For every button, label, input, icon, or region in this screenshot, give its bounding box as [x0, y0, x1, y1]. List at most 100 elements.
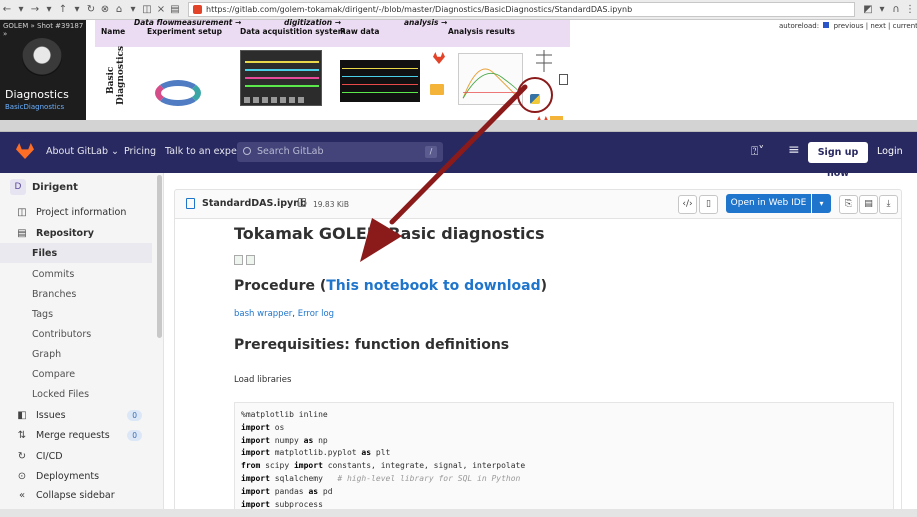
code-keyword: from — [241, 461, 261, 471]
sidebar-label: CI/CD — [36, 450, 63, 462]
sidebar-item-project-information[interactable]: ◫ Project information — [0, 202, 152, 222]
golem-diagnostics-panel: GOLEM » Shot #39187 » Diagnostics BasicD… — [0, 18, 917, 140]
copy-path-icon[interactable] — [298, 198, 306, 207]
gitlab-raw-icon[interactable] — [433, 52, 445, 64]
rocket-icon: ↻ — [17, 450, 27, 462]
sidebar-item-merge-requests[interactable]: ⇅ Merge requests 0 — [0, 425, 152, 445]
wrapper-links: bash wrapper, Error log — [234, 309, 334, 319]
golem-subtitle-link[interactable]: BasicDiagnostics — [5, 103, 64, 111]
extension-icon[interactable]: ∩ — [889, 4, 903, 15]
display-source-icon[interactable]: ‹/› — [678, 195, 697, 214]
raw-data-plot-image[interactable] — [340, 60, 420, 102]
login-link[interactable]: Login — [877, 146, 903, 157]
open-raw-icon[interactable]: ▤ — [859, 195, 878, 214]
code-cell[interactable]: %matplotlib inline import os import numpy … — [234, 402, 894, 517]
stop-icon[interactable]: ⊗ — [98, 4, 112, 15]
sign-up-button[interactable]: Sign up now — [808, 142, 868, 179]
sidebar-label: Repository — [36, 227, 94, 239]
basic-diagnostics-label: Basic Diagnostics — [106, 45, 126, 105]
bash-wrapper-link[interactable]: bash wrapper — [234, 309, 292, 319]
golem-nav-links[interactable]: previous | next | current — [834, 22, 917, 30]
autoreload-checkbox[interactable] — [823, 22, 830, 28]
search-dropdown-icon[interactable]: ▾ — [875, 4, 889, 15]
code-text: pd — [318, 486, 333, 496]
sidebar-item-repository[interactable]: ▤ Repository — [0, 223, 152, 243]
file-size: 19.83 KiB — [313, 200, 350, 209]
golem-nav: autoreload: previous | next | current — [779, 22, 917, 30]
frame-divider[interactable] — [0, 120, 917, 132]
open-in-web-ide-button[interactable]: Open in Web IDE — [726, 194, 811, 213]
sidebar-item-contributors[interactable]: Contributors — [0, 324, 152, 344]
code-line: import os — [241, 422, 893, 435]
sidebar-item-cicd[interactable]: ↻ CI/CD — [0, 446, 152, 466]
tokamak-torus-image[interactable] — [155, 80, 201, 106]
url-bar[interactable]: https://gitlab.com/golem-tokamak/dirigen… — [188, 2, 855, 17]
copy-contents-icon[interactable]: ⎘ — [839, 195, 858, 214]
merge-requests-count-badge: 0 — [127, 429, 142, 441]
header-data-flow: Data flow — [134, 18, 175, 27]
oscilloscope-image[interactable] — [240, 50, 322, 106]
display-rendered-icon[interactable]: ▯ — [699, 195, 718, 214]
header-daq: Data acquistition system — [240, 27, 346, 36]
notebook-download-link[interactable]: This notebook to download — [326, 278, 540, 294]
close-tab-icon[interactable]: × — [154, 4, 168, 15]
sidebar-item-commits[interactable]: Commits — [0, 264, 152, 284]
code-line: import pandas as pd — [241, 486, 893, 499]
window-icon[interactable]: ◫ — [140, 4, 154, 15]
sidebar-item-issues[interactable]: ◧ Issues 0 — [0, 405, 152, 425]
raw-folder-icon[interactable] — [430, 84, 444, 95]
gitlab-logo-icon[interactable] — [16, 143, 34, 159]
up-icon[interactable]: ↑ — [56, 4, 70, 15]
broken-image-icon — [246, 255, 255, 265]
code-text: constants, integrate, signal, interpolat… — [322, 461, 526, 471]
code-line: import matplotlib.pyplot as plt — [241, 447, 893, 460]
procedure-suffix: ) — [540, 278, 548, 294]
shot-label[interactable]: GOLEM » Shot #39187 » — [3, 22, 86, 38]
download-icon[interactable]: ⤓ — [879, 195, 898, 214]
sidebar-item-tags[interactable]: Tags — [0, 304, 152, 324]
sidebar-scrollbar[interactable] — [157, 175, 162, 338]
code-line: %matplotlib inline — [241, 409, 893, 422]
info-icon: ◫ — [17, 206, 27, 218]
up-dropdown-icon[interactable]: ▾ — [70, 4, 84, 15]
sidebar-label: Project information — [36, 206, 127, 218]
sidebar-item-locked-files[interactable]: Locked Files — [0, 384, 152, 404]
search-input[interactable]: Search GitLab / — [237, 142, 443, 162]
web-ide-dropdown-button[interactable]: ▾ — [812, 194, 831, 213]
sidebar-label: Issues — [36, 409, 66, 421]
code-keyword: import — [241, 473, 270, 483]
code-text: plt — [371, 448, 391, 458]
help-icon[interactable]: ⍰˅ — [751, 144, 764, 159]
golem-logo-icon[interactable] — [22, 38, 62, 76]
home-icon[interactable]: ⌂ — [112, 4, 126, 15]
analysis-plot-image[interactable] — [458, 53, 523, 105]
forward-dropdown-icon[interactable]: ▾ — [42, 4, 56, 15]
document-icon[interactable] — [559, 74, 568, 85]
pricing-link[interactable]: Pricing — [124, 146, 156, 157]
collapse-sidebar-button[interactable]: « Collapse sidebar — [0, 485, 152, 505]
project-header[interactable]: D Dirigent — [10, 179, 78, 195]
overflow-icon[interactable]: ⋮ — [903, 4, 917, 15]
back-icon[interactable]: ← — [0, 4, 14, 15]
golem-sidebar: GOLEM » Shot #39187 » Diagnostics BasicD… — [0, 20, 86, 120]
header-raw-data: Raw data — [340, 27, 380, 36]
talk-to-expert-link[interactable]: Talk to an expert — [165, 146, 244, 157]
error-log-link[interactable]: Error log — [298, 309, 334, 319]
code-text: subprocess — [269, 499, 323, 509]
about-gitlab-menu[interactable]: About GitLab ⌄ — [46, 146, 119, 157]
sidebar-item-compare[interactable]: Compare — [0, 364, 152, 384]
hamburger-menu-icon[interactable]: ≡ — [788, 142, 800, 158]
sidebar-item-graph[interactable]: Graph — [0, 344, 152, 364]
reload-icon[interactable]: ↻ — [84, 4, 98, 15]
code-text: pandas — [269, 486, 309, 496]
sidebar-item-branches[interactable]: Branches — [0, 284, 152, 304]
browser-toolbar: ← ▾ → ▾ ↑ ▾ ↻ ⊗ ⌂ ▾ ◫ × ▤ https://gitlab… — [0, 0, 917, 20]
bookmarks-icon[interactable]: ▤ — [168, 4, 182, 15]
back-dropdown-icon[interactable]: ▾ — [14, 4, 28, 15]
home-dropdown-icon[interactable]: ▾ — [126, 4, 140, 15]
sidebar-item-deployments[interactable]: ⊙ Deployments — [0, 466, 152, 486]
sidebar-item-files[interactable]: Files — [0, 243, 152, 263]
search-engine-icon[interactable]: ◩ — [861, 4, 875, 15]
python-notebook-icon[interactable] — [530, 94, 540, 104]
forward-icon[interactable]: → — [28, 4, 42, 15]
